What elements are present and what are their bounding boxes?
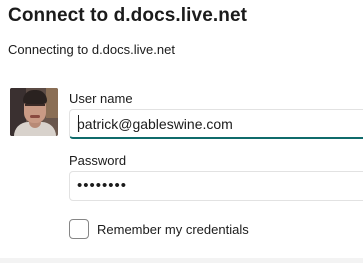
- text-caret: [78, 115, 79, 132]
- avatar-mouth: [30, 115, 40, 118]
- dialog-title: Connect to d.docs.live.net: [8, 5, 248, 26]
- remember-credentials-checkbox[interactable]: [69, 219, 89, 239]
- footer-divider: [0, 258, 363, 263]
- avatar-glasses: [25, 104, 45, 109]
- username-field[interactable]: [69, 109, 363, 139]
- password-label: Password: [69, 153, 127, 168]
- dialog-subtitle: Connecting to d.docs.live.net: [8, 42, 175, 57]
- connect-dialog: Connect to d.docs.live.net Connecting to…: [0, 0, 363, 263]
- avatar-bg-right: [46, 88, 58, 118]
- remember-credentials-label[interactable]: Remember my credentials: [97, 222, 249, 237]
- user-avatar: [10, 88, 58, 136]
- avatar-hair: [23, 90, 47, 104]
- password-field[interactable]: ••••••••: [69, 171, 363, 201]
- username-label: User name: [69, 91, 133, 106]
